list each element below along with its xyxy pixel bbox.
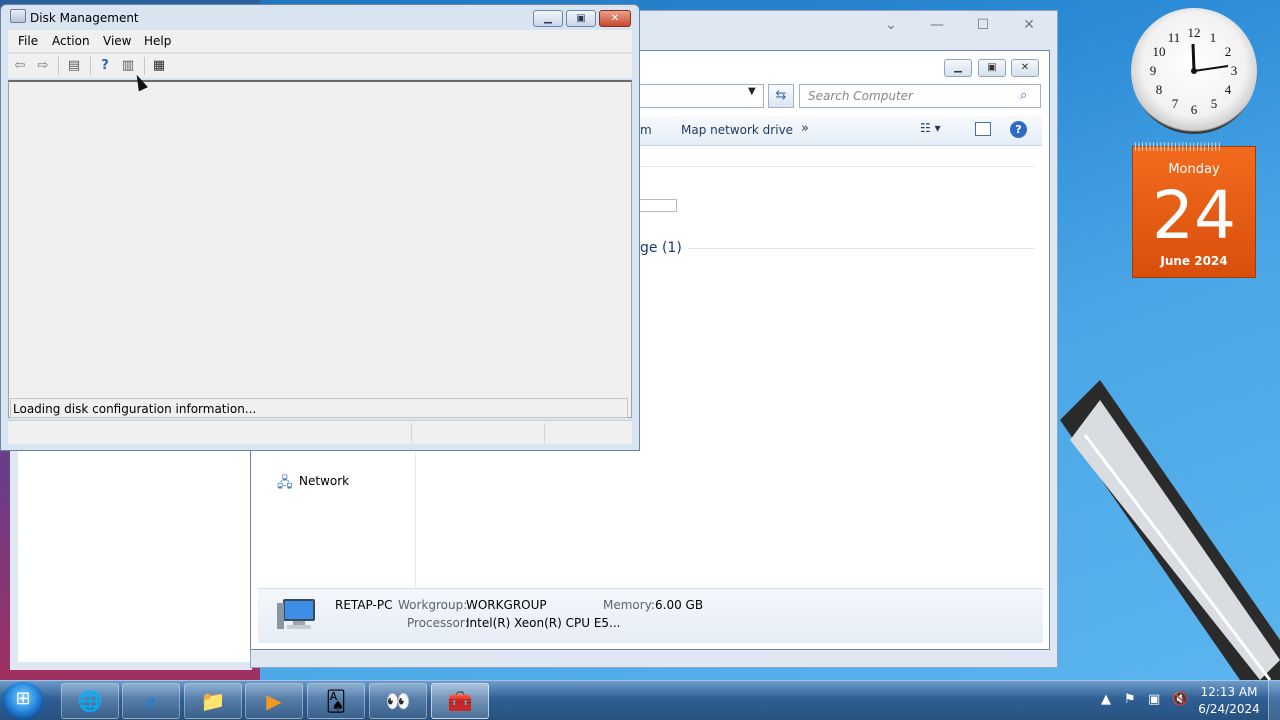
close-icon[interactable]: ✕ xyxy=(1020,16,1038,34)
tray-time[interactable]: 12:13 AM xyxy=(1200,685,1258,699)
close-button[interactable]: ✕ xyxy=(599,10,631,27)
network-icon: 🖧 xyxy=(277,475,293,491)
computer-icon xyxy=(277,597,319,633)
map-network-drive-button[interactable]: Map network drive xyxy=(681,123,793,137)
window-title: Disk Management xyxy=(30,11,139,25)
divider xyxy=(640,166,1035,167)
clock-number: 6 xyxy=(1191,102,1198,117)
address-bar[interactable] xyxy=(632,84,764,108)
computer-name: RETAP-PC xyxy=(335,598,393,612)
tray-date[interactable]: 6/24/2024 xyxy=(1198,702,1260,716)
clock-number: 11 xyxy=(1168,30,1181,45)
volume-muted-icon[interactable]: 🔇 xyxy=(1172,692,1188,707)
calendar-day: Monday xyxy=(1168,162,1220,177)
refresh-icon[interactable]: ⇆ xyxy=(768,84,794,108)
memory-value: 6.00 GB xyxy=(655,598,704,612)
clock-hour-hand xyxy=(1191,43,1196,72)
clock-number: 8 xyxy=(1156,82,1163,97)
workgroup-value: WORKGROUP xyxy=(466,598,547,612)
search-icon[interactable]: ⌕ xyxy=(1020,88,1027,103)
show-hidden-icons-icon[interactable]: ▲ xyxy=(1101,692,1111,707)
chevron-down-icon[interactable]: ⌄ xyxy=(882,16,900,34)
memory-label: Memory: xyxy=(603,598,655,612)
maximize-button[interactable]: ▣ xyxy=(566,10,596,27)
details-pane xyxy=(258,588,1043,643)
disk-settings-icon[interactable]: ▦ xyxy=(150,57,168,74)
solitaire-icon[interactable]: 🂡 xyxy=(307,683,365,719)
clock-face: 12 1 2 3 4 5 6 7 8 9 10 11 xyxy=(1150,25,1238,117)
status-bar-separator xyxy=(544,423,545,443)
clock-minute-hand xyxy=(1193,65,1229,72)
nav-item-network[interactable]: Network xyxy=(299,474,349,488)
internet-explorer-icon[interactable]: e xyxy=(122,683,180,719)
action-center-icon[interactable]: ⚑ xyxy=(1124,692,1136,707)
command-partial-label[interactable]: m xyxy=(640,123,652,137)
search-input[interactable]: Search Computer xyxy=(799,84,1041,108)
chevron-down-icon[interactable]: ▼ xyxy=(748,86,756,97)
clock-number: 3 xyxy=(1231,63,1238,78)
workgroup-label: Workgroup: xyxy=(398,598,468,612)
properties-icon[interactable]: ▥ xyxy=(119,57,137,74)
eyes-icon[interactable]: 👀 xyxy=(369,683,427,719)
back-arrow-icon[interactable]: ⇦ xyxy=(11,57,29,74)
menu-action[interactable]: Action xyxy=(52,34,90,48)
clock-number: 10 xyxy=(1153,44,1166,59)
clock-number: 12 xyxy=(1188,25,1201,40)
change-view-icon[interactable]: ☷ ▾ xyxy=(920,121,941,135)
group-header[interactable]: ge (1) xyxy=(640,240,682,256)
processor-label: Processor: xyxy=(407,616,469,630)
explorer-maximize-button[interactable]: ▣ xyxy=(978,59,1006,77)
status-text: Loading disk configuration information..… xyxy=(13,402,257,416)
calendar-rings-icon: ǀǀǀǀǀǀǀǀǀǀǀǀǀǀǀǀǀǀǀǀǀǀǀǀ xyxy=(1134,142,1222,152)
divider xyxy=(688,248,1035,249)
menu-file[interactable]: File xyxy=(18,34,38,48)
show-desktop-button[interactable] xyxy=(1268,681,1280,720)
background-window-panel xyxy=(18,450,250,662)
toolbar-separator xyxy=(144,57,145,75)
calendar-month: June 2024 xyxy=(1160,254,1228,268)
minimize-icon[interactable]: — xyxy=(928,16,946,34)
maximize-icon[interactable]: ☐ xyxy=(974,16,992,34)
browser-icon[interactable]: 🌐 xyxy=(61,683,119,719)
more-commands-button[interactable]: » xyxy=(801,121,809,136)
drive-usage-bar xyxy=(640,199,677,212)
clock-number: 5 xyxy=(1211,96,1218,111)
toolbox-icon[interactable]: 🧰 xyxy=(431,683,489,719)
explorer-close-button[interactable]: ✕ xyxy=(1011,59,1039,77)
file-explorer-icon[interactable]: 📁 xyxy=(184,683,242,719)
clock-number: 2 xyxy=(1225,44,1232,59)
clock-number: 4 xyxy=(1225,82,1232,97)
clock-number: 9 xyxy=(1150,63,1157,78)
status-bar xyxy=(8,420,632,444)
clock-number: 1 xyxy=(1210,30,1217,45)
menu-help[interactable]: Help xyxy=(144,34,171,48)
calendar-date: 24 xyxy=(1152,177,1236,254)
toolbar-separator xyxy=(58,57,59,75)
media-player-icon[interactable]: ▶ xyxy=(245,683,303,719)
help-icon[interactable]: ? xyxy=(96,57,114,74)
disk-management-content xyxy=(8,80,632,418)
disk-management-app-icon xyxy=(10,9,26,23)
menu-view[interactable]: View xyxy=(103,34,131,48)
status-bar-separator xyxy=(411,423,412,443)
toolbar-separator xyxy=(90,57,91,75)
clock-center xyxy=(1191,68,1197,74)
explorer-minimize-button[interactable]: ▁ xyxy=(944,59,972,77)
menu-bar xyxy=(8,30,632,52)
network-status-icon[interactable]: ▣ xyxy=(1148,692,1160,707)
windows-logo-icon: ⊞ xyxy=(15,688,31,709)
help-icon[interactable]: ? xyxy=(1010,121,1027,138)
show-hide-console-tree-icon[interactable]: ▤ xyxy=(65,57,83,74)
preview-pane-icon[interactable] xyxy=(975,122,991,136)
minimize-button[interactable]: ▁ xyxy=(533,10,563,27)
processor-value: Intel(R) Xeon(R) CPU E5... xyxy=(466,616,621,630)
forward-arrow-icon[interactable]: ⇨ xyxy=(34,57,52,74)
desktop-wallpaper-structure xyxy=(1060,380,1280,680)
clock-number: 7 xyxy=(1172,96,1179,111)
